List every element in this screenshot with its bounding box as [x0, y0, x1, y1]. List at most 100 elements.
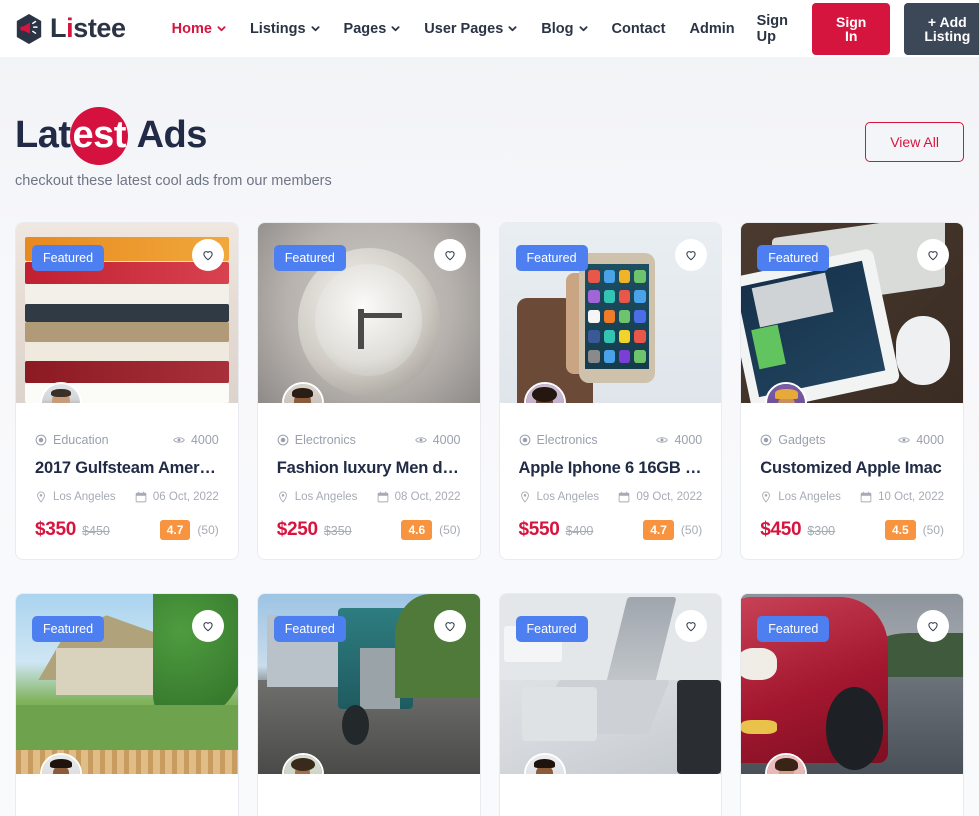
- listing-location-date: Los Angeles 09 Oct, 2022: [519, 491, 702, 503]
- megaphone-hexagon-logo-icon: [16, 13, 42, 44]
- listing-details: Electronics 4000 Apple Iphone 6 16GB 4..…: [500, 403, 722, 559]
- listing-location-date: Los Angeles 08 Oct, 2022: [277, 491, 461, 503]
- category[interactable]: Education: [35, 433, 109, 447]
- listing-meta: Gadgets 4000: [760, 433, 944, 447]
- listing-card[interactable]: Featured: [740, 592, 964, 816]
- listing-details: Education 4000 2017 Gulfsteam Ameri-l...…: [16, 403, 238, 559]
- listing-title[interactable]: Fashion luxury Men date: [277, 459, 461, 478]
- listing-location-date: Los Angeles 06 Oct, 2022: [35, 491, 219, 503]
- favorite-heart-button[interactable]: [433, 238, 466, 271]
- category-label: Electronics: [536, 432, 598, 447]
- price-current: $250: [276, 518, 318, 540]
- views-count: 4000: [432, 432, 461, 447]
- favorite-heart-button[interactable]: [433, 609, 466, 642]
- listing-grid-row-1: Featured Education 4000 2017 Gulfsteam A…: [15, 221, 964, 560]
- seller-avatar[interactable]: [523, 752, 566, 774]
- map-pin-icon: [37, 491, 45, 503]
- listing-details: Electronics 4000 Fashion luxury Men date…: [258, 403, 480, 559]
- page-title: Latest Ads: [15, 114, 207, 156]
- views: 4000: [898, 433, 944, 447]
- nav-item-blog[interactable]: Blog: [529, 15, 599, 43]
- nav-item-home[interactable]: Home: [160, 15, 238, 43]
- listing-card[interactable]: Featured Education 4000 2017 Gulfsteam A…: [15, 221, 239, 560]
- favorite-heart-button[interactable]: [191, 238, 224, 271]
- listing-price-row: $250 $350 4.6 (50): [277, 519, 461, 541]
- nav-item-pages[interactable]: Pages: [332, 15, 413, 43]
- listing-image[interactable]: Featured: [741, 593, 963, 774]
- nav-item-user-pages[interactable]: User Pages: [412, 15, 529, 43]
- nav-label: User Pages: [424, 20, 504, 37]
- favorite-heart-button[interactable]: [917, 238, 949, 271]
- listing-image[interactable]: Featured: [499, 593, 722, 774]
- calendar-icon: [619, 491, 630, 503]
- seller-avatar[interactable]: [765, 752, 808, 774]
- favorite-heart-button[interactable]: [191, 609, 224, 642]
- eye-icon: [173, 437, 185, 443]
- favorite-heart-button[interactable]: [917, 609, 949, 642]
- nav-label: Pages: [343, 20, 387, 37]
- avatar-photo: [767, 754, 806, 774]
- listing-image[interactable]: Featured: [257, 593, 480, 774]
- listing-card[interactable]: Featured: [256, 592, 481, 816]
- site-header: Listee Home Listings Pages User Pages Bl…: [0, 0, 979, 57]
- brand-logo[interactable]: Listee: [14, 13, 126, 45]
- section-header: Latest Ads checkout these latest cool ad…: [15, 57, 964, 189]
- listing-card[interactable]: Featured: [498, 592, 723, 816]
- seller-avatar[interactable]: [40, 752, 82, 774]
- seller-avatar[interactable]: [281, 752, 324, 774]
- category[interactable]: Electronics: [519, 433, 598, 447]
- listing-card[interactable]: Featured: [15, 592, 239, 816]
- listing-card[interactable]: Featured Electronics: [498, 221, 723, 560]
- listing-title[interactable]: 2017 Gulfsteam Ameri-l...: [35, 459, 219, 478]
- seller-avatar[interactable]: [281, 381, 324, 403]
- featured-badge: Featured: [757, 244, 830, 272]
- nav-label: Admin: [689, 20, 735, 37]
- listing-title[interactable]: Apple Iphone 6 16GB 4...: [519, 459, 703, 478]
- sign-in-button[interactable]: Sign In: [812, 2, 891, 55]
- favorite-heart-button[interactable]: [675, 238, 708, 271]
- nav-item-contact[interactable]: Contact: [600, 15, 678, 43]
- avatar-photo: [283, 383, 322, 403]
- featured-badge: Featured: [757, 615, 830, 643]
- seller-avatar[interactable]: [765, 381, 808, 403]
- price-current: $350: [35, 518, 77, 540]
- nav-item-admin[interactable]: Admin: [677, 15, 746, 43]
- category[interactable]: Gadgets: [760, 433, 826, 447]
- sign-up-link[interactable]: Sign Up: [747, 7, 798, 51]
- listing-card[interactable]: Featured Gadgets 4000 Customized Apple I…: [740, 221, 964, 560]
- featured-badge: Featured: [515, 244, 588, 272]
- date-label: 10 Oct, 2022: [878, 490, 944, 503]
- chevron-down-icon: [578, 26, 588, 32]
- page-content: Latest Ads checkout these latest cool ad…: [0, 57, 979, 816]
- date-label: 08 Oct, 2022: [394, 490, 461, 503]
- listing-image[interactable]: Featured: [499, 222, 722, 403]
- category-dot-icon: [35, 434, 47, 446]
- heart-icon: [686, 250, 696, 261]
- listing-image[interactable]: Featured: [257, 222, 480, 403]
- views-count: 4000: [190, 432, 219, 447]
- category[interactable]: Electronics: [277, 433, 356, 447]
- nav-label: Contact: [611, 20, 666, 37]
- add-listing-button[interactable]: + Add Listing: [904, 2, 979, 55]
- listing-image[interactable]: Featured: [16, 222, 238, 403]
- listing-meta: Electronics 4000: [277, 433, 461, 447]
- location: Los Angeles: [277, 491, 357, 503]
- listing-details: [258, 774, 480, 816]
- date: 10 Oct, 2022: [860, 491, 944, 503]
- nav-item-listings[interactable]: Listings: [238, 15, 332, 43]
- nav-label: Listings: [249, 20, 306, 37]
- listing-title[interactable]: Customized Apple Imac: [760, 459, 944, 478]
- category-label: Electronics: [294, 432, 356, 447]
- views: 4000: [656, 433, 702, 447]
- favorite-heart-button[interactable]: [675, 609, 708, 642]
- listing-image[interactable]: Featured: [741, 222, 963, 403]
- price-original: $400: [565, 523, 594, 538]
- view-all-button[interactable]: View All: [865, 122, 964, 162]
- views-count: 4000: [916, 432, 944, 447]
- seller-avatar[interactable]: [40, 381, 82, 403]
- seller-avatar[interactable]: [523, 381, 566, 403]
- location: Los Angeles: [35, 491, 116, 503]
- listing-card[interactable]: Featured Electronics: [256, 221, 481, 560]
- price-current: $450: [760, 518, 802, 540]
- listing-image[interactable]: Featured: [16, 593, 238, 774]
